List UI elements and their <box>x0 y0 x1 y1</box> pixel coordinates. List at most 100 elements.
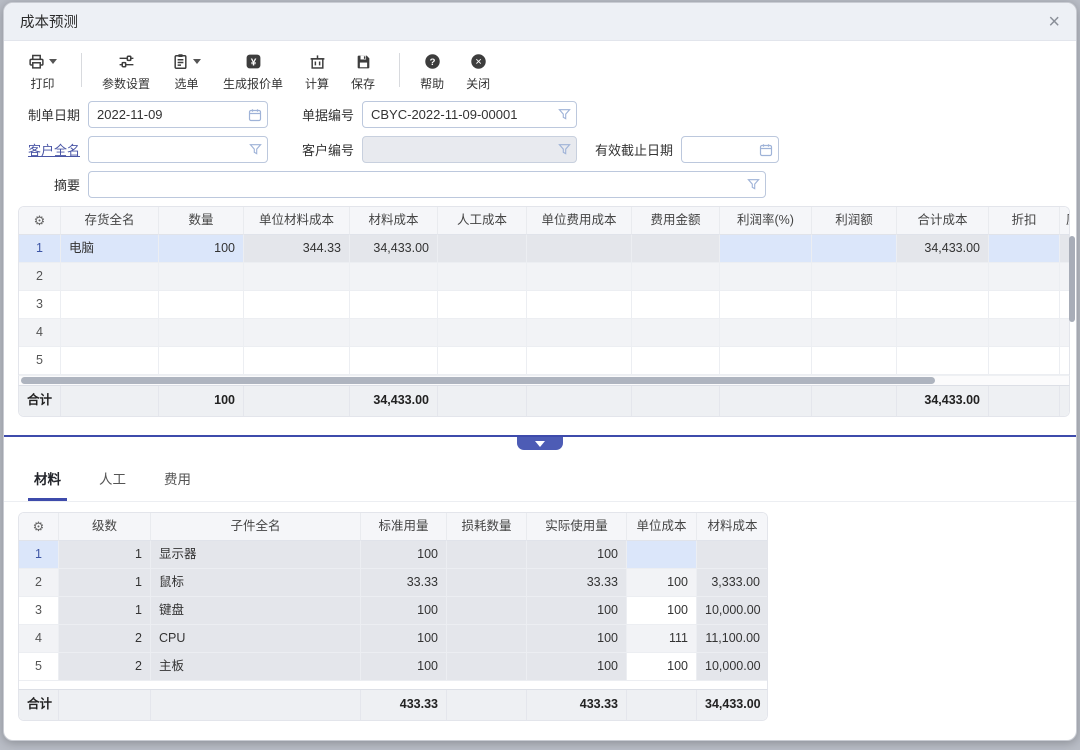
filter-funnel-icon[interactable] <box>558 108 571 121</box>
tab-expense[interactable]: 费用 <box>158 462 197 501</box>
table-cell[interactable] <box>627 541 697 569</box>
row-number[interactable]: 3 <box>19 291 61 319</box>
table-cell[interactable]: 100 <box>527 625 627 653</box>
table-cell[interactable] <box>632 291 720 319</box>
filter-funnel-icon[interactable] <box>747 178 760 191</box>
doc-date-input[interactable] <box>88 101 268 128</box>
calendar-icon[interactable] <box>759 143 773 157</box>
tab-material[interactable]: 材料 <box>28 462 67 501</box>
table-cell[interactable] <box>350 319 438 347</box>
caret-down-icon[interactable] <box>193 59 201 64</box>
customer-name-input[interactable] <box>88 136 268 163</box>
table-cell[interactable] <box>244 291 350 319</box>
table-cell[interactable] <box>720 235 812 263</box>
horizontal-scrollbar[interactable] <box>18 375 1070 385</box>
close-button[interactable]: ✕ 关闭 <box>466 51 490 92</box>
table-cell[interactable]: 11,100.00 <box>697 625 768 653</box>
table-cell[interactable] <box>812 291 897 319</box>
table-cell[interactable] <box>812 319 897 347</box>
table-cell[interactable] <box>350 291 438 319</box>
table-cell[interactable] <box>527 263 632 291</box>
table-cell[interactable]: 100 <box>159 235 244 263</box>
table-cell[interactable] <box>438 235 527 263</box>
table-cell[interactable] <box>527 235 632 263</box>
params-settings-button[interactable]: 参数设置 <box>102 51 150 92</box>
table-cell[interactable] <box>61 319 159 347</box>
table-cell[interactable] <box>447 569 527 597</box>
table-cell[interactable] <box>1060 347 1070 375</box>
table-cell[interactable]: 100 <box>527 597 627 625</box>
table-cell[interactable] <box>527 347 632 375</box>
table-cell[interactable] <box>350 347 438 375</box>
dialog-close-button[interactable]: × <box>1048 12 1060 32</box>
summary-input[interactable] <box>88 171 766 198</box>
table-cell[interactable]: 344.33 <box>244 235 350 263</box>
generate-quote-button[interactable]: ¥ 生成报价单 <box>223 51 283 92</box>
table-cell[interactable] <box>720 263 812 291</box>
row-number[interactable]: 5 <box>19 347 61 375</box>
row-number[interactable]: 4 <box>19 625 59 653</box>
calendar-icon[interactable] <box>248 108 262 122</box>
table-cell[interactable]: 10,000.00 <box>697 653 768 681</box>
table-cell[interactable]: 100 <box>627 653 697 681</box>
table-cell[interactable] <box>447 541 527 569</box>
row-number[interactable]: 1 <box>19 541 59 569</box>
row-number[interactable]: 2 <box>19 263 61 291</box>
table-cell[interactable]: 100 <box>627 597 697 625</box>
table-cell[interactable] <box>244 319 350 347</box>
scrollbar-thumb[interactable] <box>21 377 935 384</box>
table-cell[interactable] <box>720 347 812 375</box>
table-cell[interactable]: 100 <box>527 541 627 569</box>
table-cell[interactable]: 100 <box>361 597 447 625</box>
row-number[interactable]: 4 <box>19 319 61 347</box>
tab-labor[interactable]: 人工 <box>93 462 132 501</box>
table-cell[interactable] <box>350 263 438 291</box>
table-cell[interactable]: 100 <box>361 541 447 569</box>
table-cell[interactable]: 2 <box>59 653 151 681</box>
table-cell[interactable] <box>447 597 527 625</box>
table-cell[interactable] <box>632 263 720 291</box>
table-cell[interactable] <box>720 319 812 347</box>
table-cell[interactable] <box>897 319 989 347</box>
table-cell[interactable] <box>897 347 989 375</box>
grid-settings-gear[interactable]: ⚙ <box>19 513 59 541</box>
table-cell[interactable] <box>632 235 720 263</box>
table-cell[interactable]: 电脑 <box>61 235 159 263</box>
table-cell[interactable] <box>527 291 632 319</box>
caret-down-icon[interactable] <box>49 59 57 64</box>
table-cell[interactable]: 主板 <box>151 653 361 681</box>
table-cell[interactable]: 鼠标 <box>151 569 361 597</box>
table-cell[interactable]: 33.33 <box>361 569 447 597</box>
table-cell[interactable] <box>720 291 812 319</box>
table-cell[interactable]: 34,433.00 <box>897 235 989 263</box>
calculate-button[interactable]: 计算 <box>305 51 329 92</box>
row-number[interactable]: 2 <box>19 569 59 597</box>
table-cell[interactable]: 键盘 <box>151 597 361 625</box>
table-cell[interactable]: 33.33 <box>527 569 627 597</box>
vertical-scrollbar[interactable] <box>1069 236 1075 322</box>
table-cell[interactable] <box>897 263 989 291</box>
row-number[interactable]: 5 <box>19 653 59 681</box>
table-cell[interactable] <box>447 625 527 653</box>
print-button[interactable]: 打印 <box>28 51 57 92</box>
table-cell[interactable] <box>632 319 720 347</box>
table-cell[interactable] <box>61 347 159 375</box>
table-cell[interactable] <box>989 291 1060 319</box>
collapse-panel-button[interactable] <box>517 437 563 450</box>
row-number[interactable]: 3 <box>19 597 59 625</box>
table-cell[interactable]: 1 <box>59 597 151 625</box>
table-cell[interactable] <box>244 347 350 375</box>
table-cell[interactable] <box>438 347 527 375</box>
table-cell[interactable]: 2 <box>59 625 151 653</box>
table-cell[interactable] <box>438 319 527 347</box>
pick-order-button[interactable]: 选单 <box>172 51 201 92</box>
table-cell[interactable]: 100 <box>627 569 697 597</box>
table-cell[interactable] <box>527 319 632 347</box>
table-cell[interactable] <box>897 291 989 319</box>
save-button[interactable]: 保存 <box>351 51 375 92</box>
table-cell[interactable] <box>159 291 244 319</box>
table-cell[interactable] <box>989 347 1060 375</box>
table-cell[interactable] <box>438 263 527 291</box>
table-cell[interactable] <box>697 541 768 569</box>
table-cell[interactable]: 34,433.00 <box>350 235 438 263</box>
